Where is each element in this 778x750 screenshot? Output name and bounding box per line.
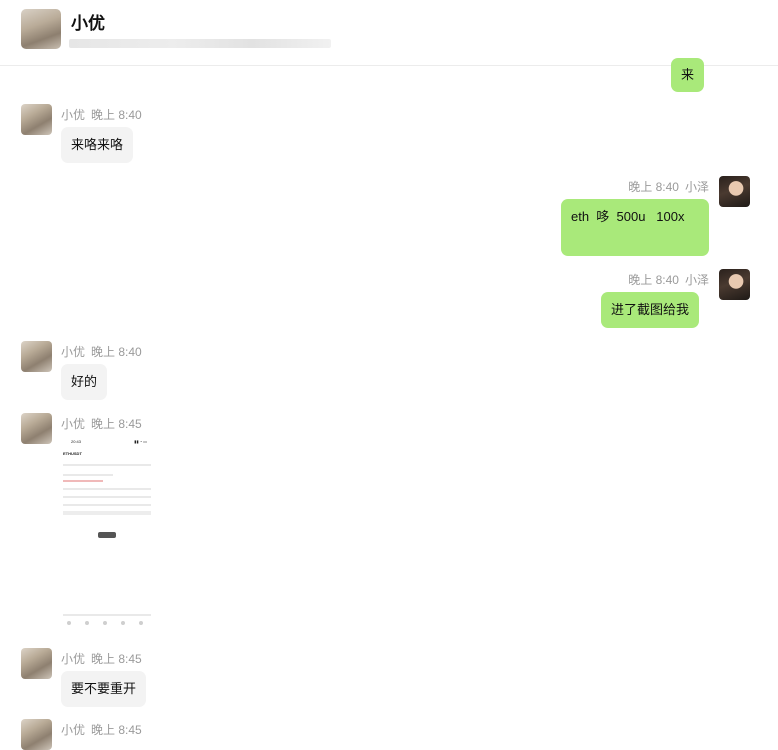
- message-time: 晚上 8:40: [628, 273, 679, 287]
- chat-header: 小优: [0, 0, 778, 66]
- screenshot-time: 20:43: [71, 439, 82, 444]
- message-meta: 小优 晚上 8:40: [61, 106, 142, 123]
- screenshot-buttons: [63, 511, 151, 515]
- message-meta: 小优 晚上 8:45: [61, 415, 142, 432]
- screenshot-toast: [98, 532, 116, 538]
- sender-name: 小优: [61, 723, 86, 737]
- contact-name: 小优: [71, 14, 105, 33]
- contact-avatar[interactable]: [21, 9, 61, 49]
- image-attachment[interactable]: 20:43 ▮▮ ◔ ▭ ETHUSDT: [61, 436, 153, 632]
- self-avatar[interactable]: [719, 269, 750, 300]
- screenshot-row: [63, 480, 103, 482]
- message-bubble-outgoing[interactable]: eth 哆 500u 100x: [561, 199, 709, 256]
- message-time: 晚上 8:40: [91, 345, 142, 359]
- message-bubble-outgoing[interactable]: 进了截图给我: [601, 292, 700, 328]
- screenshot-tab-icon: [103, 621, 107, 625]
- message-time: 晚上 8:45: [91, 652, 142, 666]
- screenshot-row: [63, 496, 151, 498]
- sender-name: 小优: [61, 652, 86, 666]
- screenshot-row: [63, 464, 151, 466]
- screenshot-tab-icon: [67, 621, 71, 625]
- message-bubble-outgoing[interactable]: 来: [671, 58, 705, 92]
- screenshot-row: [63, 474, 113, 476]
- screenshot-row: [63, 614, 151, 616]
- message-time: 晚上 8:45: [91, 417, 142, 431]
- message-bubble-incoming[interactable]: 好的: [61, 364, 108, 400]
- sender-avatar[interactable]: [21, 719, 52, 750]
- message-meta: 小优 晚上 8:40: [61, 343, 142, 360]
- message-meta: 小优 晚上 8:45: [61, 721, 142, 738]
- screenshot-tab-icon: [85, 621, 89, 625]
- message-meta: 晚上 8:40 小泽: [628, 271, 709, 288]
- self-avatar[interactable]: [719, 176, 750, 207]
- contact-subtitle-blurred: [69, 39, 331, 48]
- screenshot-symbol: ETHUSDT: [63, 451, 82, 456]
- message-time: 晚上 8:45: [91, 723, 142, 737]
- screenshot-tab-icon: [121, 621, 125, 625]
- message-meta: 晚上 8:40 小泽: [628, 178, 709, 195]
- sender-avatar[interactable]: [21, 341, 52, 372]
- sender-name: 小优: [61, 345, 86, 359]
- message-bubble-incoming[interactable]: 来咯来咯: [61, 127, 134, 163]
- screenshot-tab-icon: [139, 621, 143, 625]
- sender-avatar[interactable]: [21, 648, 52, 679]
- sender-name: 小泽: [684, 273, 709, 287]
- message-time: 晚上 8:40: [628, 180, 679, 194]
- status-icons: ▮▮ ◔ ▭: [134, 439, 147, 444]
- sender-name: 小泽: [684, 180, 709, 194]
- sender-name: 小优: [61, 417, 86, 431]
- message-bubble-incoming[interactable]: 要不要重开: [61, 671, 147, 707]
- message-time: 晚上 8:40: [91, 108, 142, 122]
- screenshot-row: [63, 504, 151, 506]
- sender-avatar[interactable]: [21, 104, 52, 135]
- sender-avatar[interactable]: [21, 413, 52, 444]
- screenshot-row: [63, 488, 151, 490]
- sender-name: 小优: [61, 108, 86, 122]
- message-meta: 小优 晚上 8:45: [61, 650, 142, 667]
